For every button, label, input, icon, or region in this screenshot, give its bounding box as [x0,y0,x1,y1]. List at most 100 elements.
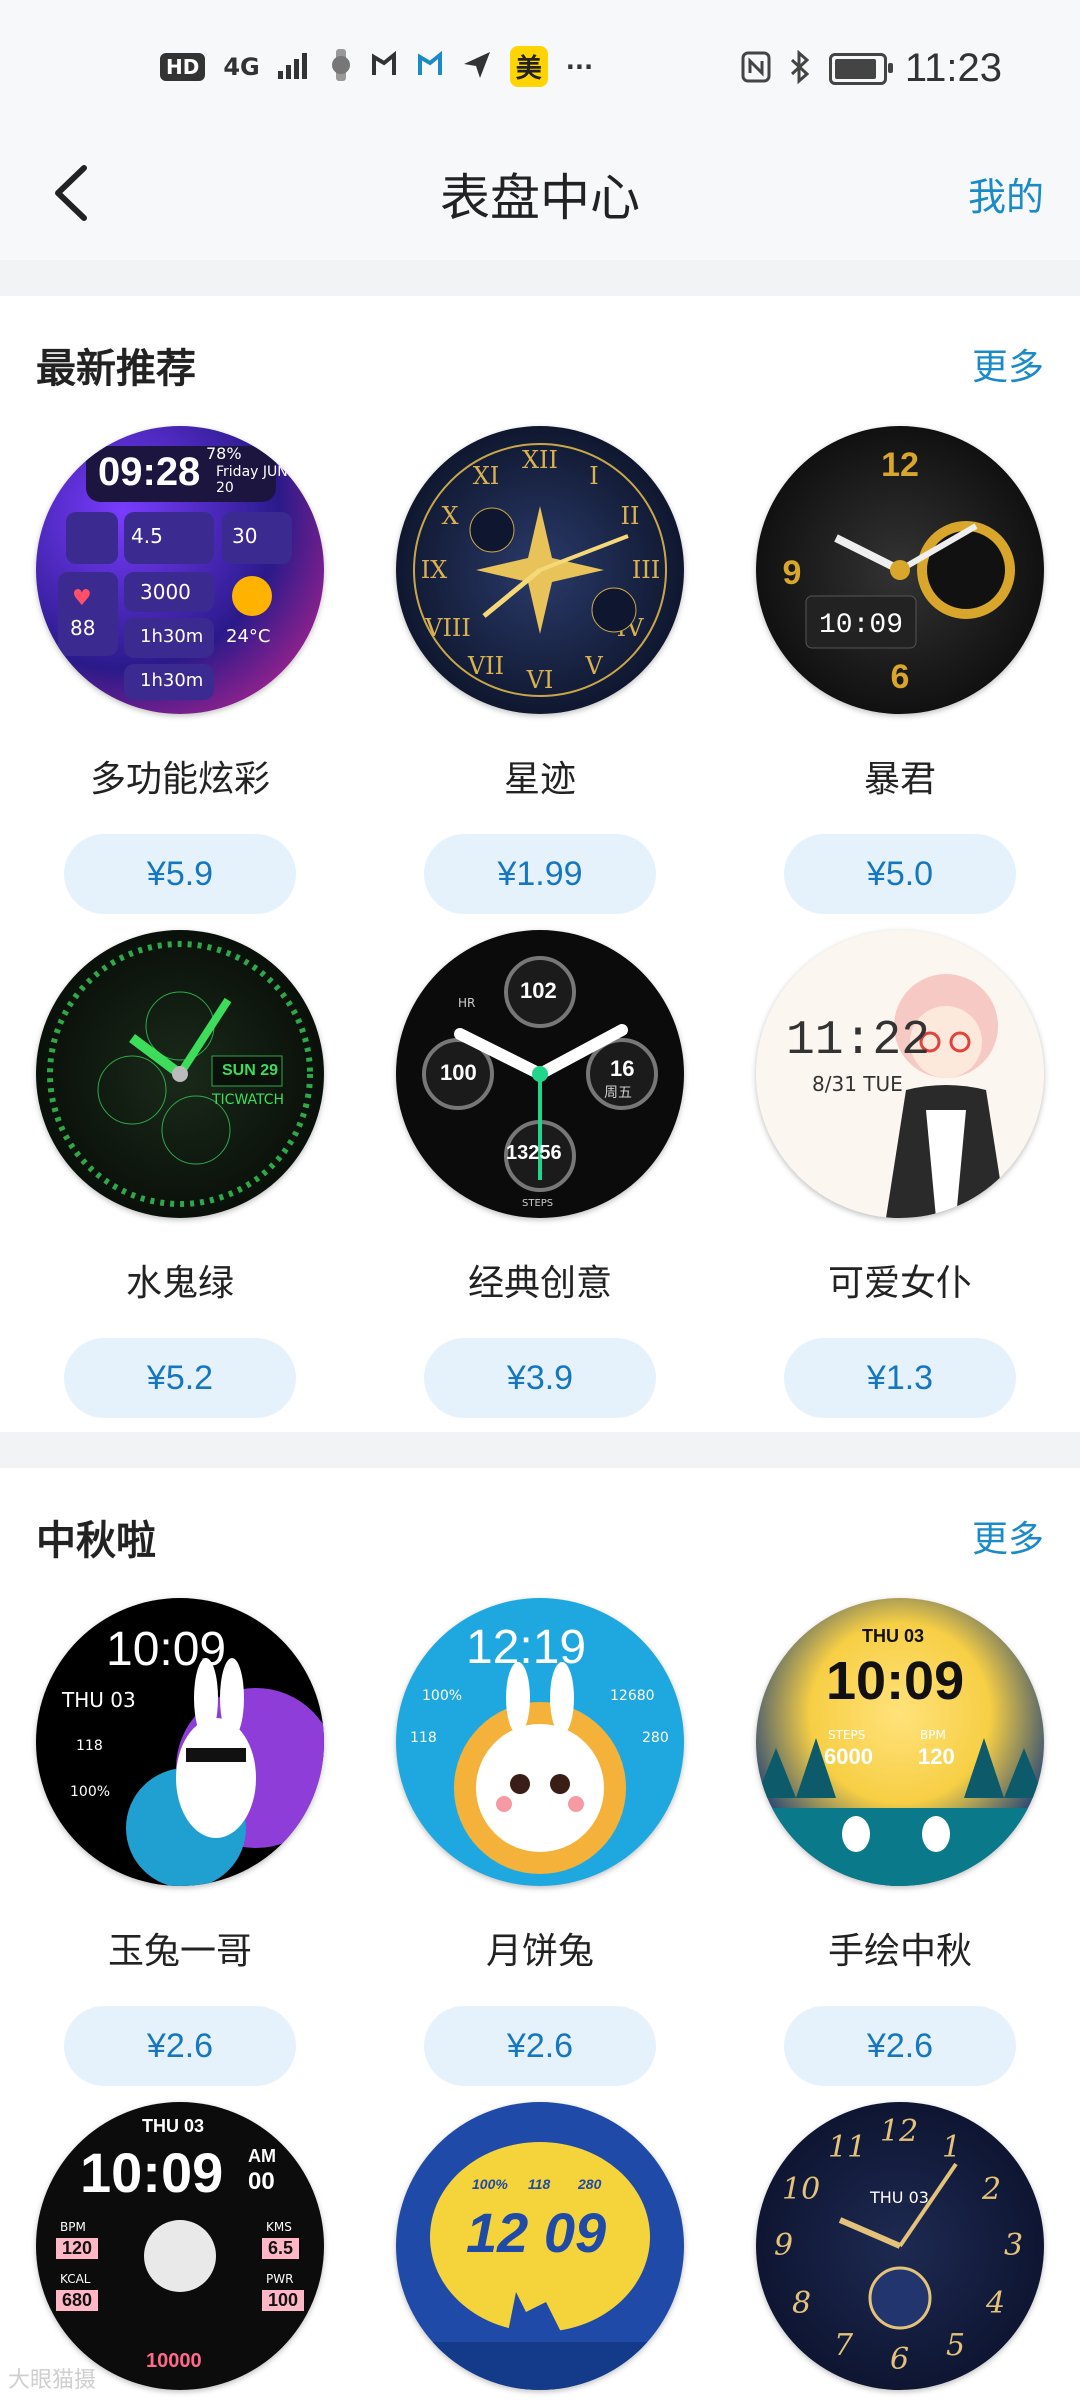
watchface-card[interactable]: THU 03 10:09 STEPS 6000 BPM 120 手绘中秋 ¥2.… [740,1598,1060,2086]
watchface-battery: 78% [206,444,242,463]
watchface-steps: 6000 [824,1744,873,1769]
watchface-value: 1h30m [140,670,204,691]
svg-text:III: III [632,556,660,584]
price-button[interactable]: ¥3.9 [424,1338,656,1418]
mine-link[interactable]: 我的 [968,166,1044,221]
more-link[interactable]: 更多 [972,1510,1044,1562]
clock-face-graphic [47,941,313,1207]
watchface-value: 88 [70,616,96,640]
watchface-date: THU 03 [142,2116,205,2136]
clock-face-graphic: XIIIIIVIIX IIIIVV VIIVIIIXXI [413,443,667,697]
watchface-card[interactable]: THU 03 10:09 AM 00 BPM 120 KMS 6.5 KCAL … [20,2102,340,2390]
watchface-card[interactable]: 09:28 78% Friday JUN 20 4.5 30 ♥ 88 3000… [20,426,340,914]
watchface-card[interactable]: XII III VI IX I II IV V VII VIII X XI 星迹 ¥1.99 [380,426,700,914]
watchface-bpm-label: BPM [920,1728,946,1742]
watchface-time: 11:22 [786,1014,931,1068]
section-latest: 最新推荐 更多 09:28 78% Friday JUN 20 4.5 30 ♥… [0,296,1080,1432]
watchface-thumbnail: 102 100 16 周五 13256 HR STEPS [396,930,684,1218]
price-button[interactable]: ¥2.6 [424,2006,656,2086]
section-title: 中秋啦 [36,1518,156,1564]
watchface-card[interactable]: 100% 118 280 12 09 [380,2102,700,2390]
watch-icon [330,48,352,85]
watchface-battery: 100% [70,1784,111,1800]
watchface-calories: 280 [642,1730,669,1746]
watchface-weekday: 周五 [604,1085,632,1101]
watchface-value: 1h30m [140,626,204,647]
watchface-thumbnail: SUN 29 TICWATCH [36,930,324,1218]
watchface-name: 星迹 [503,759,576,800]
watchface-name: 水鬼绿 [125,1263,234,1304]
watchface-day: 29 [260,1062,279,1079]
watchface-time: 10:09 [106,1623,227,1676]
price-button[interactable]: ¥2.6 [64,2006,296,2086]
watchface-card[interactable]: 12 6 9 10:09 暴君 ¥5.0 [740,426,1060,914]
svg-text:10:09: 10:09 [819,610,903,641]
meituan-icon: 美 [509,46,548,87]
svg-text:VII: VII [467,652,504,680]
watchface-heart-rate: 118 [410,1730,437,1746]
watchface-card[interactable]: 11:22 8/31 TUE 可爱女仆 ¥1.3 [740,930,1060,1418]
watchface-kms: 6.5 [262,2238,300,2259]
svg-text:VI: VI [526,666,554,694]
watchface-kcal-label: KCAL [60,2272,91,2286]
watchface-thumbnail: 12 6 9 10:09 [756,426,1044,714]
watchface-name: 可爱女仆 [827,1263,972,1304]
watchface-steps: 13256 [506,1142,562,1164]
watchface-card[interactable]: 12 1 2 3 4 5 6 7 8 9 10 11 THU 03 [740,2102,1060,2390]
svg-text:XII: XII [522,446,558,474]
watchface-thumbnail: 10:09 THU 03 118 100% [36,1598,324,1886]
svg-text:9: 9 [783,554,802,592]
watchface-steps-label: STEPS [522,1198,554,1209]
app-icon-blue [416,50,444,83]
svg-text:12: 12 [881,446,919,484]
price-button[interactable]: ¥1.99 [424,834,656,914]
watchface-card[interactable]: SUN 29 TICWATCH 水鬼绿 ¥5.2 [20,930,340,1418]
watchface-card[interactable]: 102 100 16 周五 13256 HR STEPS 经典创意 ¥3.9 [380,930,700,1418]
astronaut-rabbit-icon [144,2220,216,2292]
hd-indicator: HD [160,52,206,81]
svg-text:XI: XI [473,462,500,490]
rabbit-silhouette-icon [396,2292,684,2390]
price-button[interactable]: ¥2.6 [784,2006,1016,2086]
watchface-steps: 12680 [610,1688,655,1704]
moon-crescent-icon [838,2162,958,2330]
watchface-value: 24°C [226,626,271,647]
watchface-thumbnail: 12 1 2 3 4 5 6 7 8 9 10 11 THU 03 [756,2102,1044,2390]
watchface-seconds: 00 [248,2168,275,2195]
bluetooth-icon [789,49,811,88]
watchface-thumbnail: 100% 118 280 12 09 [396,2102,684,2390]
watchface-heart-rate: 118 [76,1738,103,1754]
clock: 11:23 [904,46,1002,90]
watchface-name: 月饼兔 [485,1931,594,1972]
watchface-ampm: AM [248,2146,276,2166]
watchface-date: Friday JUN 20 [216,464,288,496]
price-button[interactable]: ¥5.9 [64,834,296,914]
watchface-thumbnail: THU 03 10:09 AM 00 BPM 120 KMS 6.5 KCAL … [36,2102,324,2390]
watchface-bpm: 120 [56,2238,99,2259]
watchface-value: 30 [232,524,258,548]
status-bar: HD 4G 美 ··· 11:23 [0,0,1080,130]
more-notifications-icon: ··· [565,52,594,81]
watchface-hr-label: HR [458,996,476,1010]
watchface-bpm: 120 [918,1744,955,1769]
watchface-battery: 100% [422,1688,463,1704]
watermark: 大眼猫摄 [8,2368,97,2393]
watchface-value: 3000 [140,580,191,604]
watchface-name: 玉兔一哥 [107,1931,252,1972]
price-button[interactable]: ¥1.3 [784,1338,1016,1418]
price-button[interactable]: ¥5.2 [64,1338,296,1418]
watchface-date: 8/31 TUE [812,1072,903,1096]
svg-text:IX: IX [421,556,448,584]
watchface-name: 暴君 [863,759,936,800]
watchface-heart-rate: 102 [520,978,557,1003]
watchface-kms-label: KMS [266,2220,292,2234]
watchface-name: 多功能炫彩 [89,759,270,800]
price-button[interactable]: ¥5.0 [784,834,1016,914]
watchface-value: 4.5 [131,524,163,548]
watchface-card[interactable]: 10:09 THU 03 118 100% 玉兔一哥 ¥2.6 [20,1598,340,2086]
section-title: 最新推荐 [36,346,196,392]
watchface-date: 16 [610,1056,635,1081]
watchface-card[interactable]: 12:19 100% 12680 118 280 月饼兔 ¥2.6 [380,1598,700,2086]
more-link[interactable]: 更多 [972,338,1044,390]
svg-text:VIII: VIII [424,614,471,642]
